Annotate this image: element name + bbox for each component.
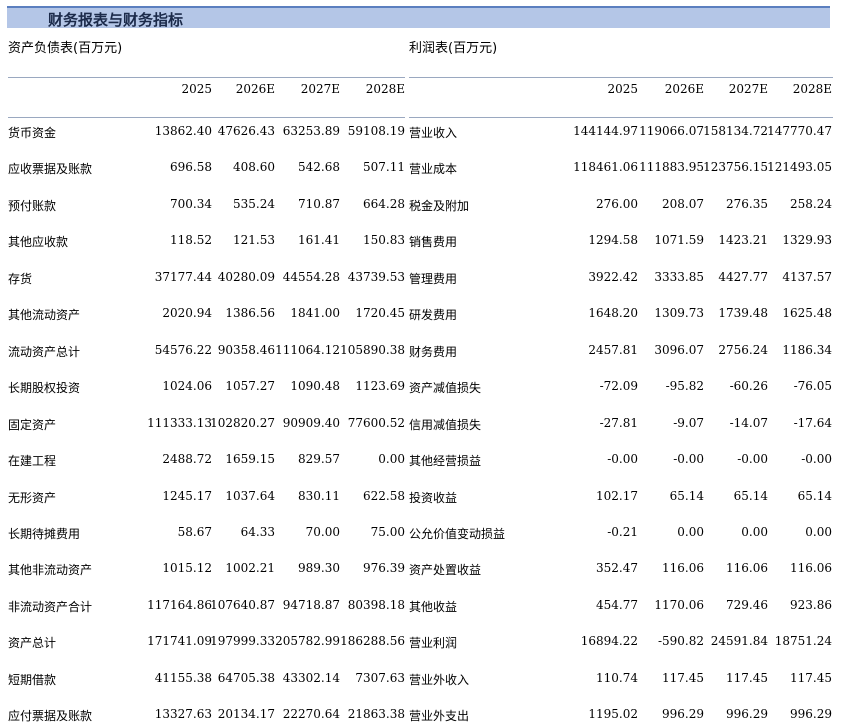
balance-row-label: 其他应收款 (8, 235, 69, 249)
income-cell: -76.05 (793, 379, 832, 393)
income-cell: 117.45 (790, 671, 832, 685)
income-row-label: 营业成本 (409, 162, 458, 176)
balance-row-label: 应收票据及账款 (8, 162, 93, 176)
income-row-label: 公允价值变动损益 (409, 527, 506, 541)
balance-row-label: 应付票据及账款 (8, 709, 93, 723)
balance-cell: 664.28 (363, 197, 405, 211)
balance-row-label: 存货 (8, 272, 33, 286)
balance-row-label: 短期借款 (8, 673, 57, 687)
balance-row-label: 其他流动资产 (8, 308, 81, 322)
income-cell: 996.29 (790, 707, 832, 721)
income-cell: 1186.34 (782, 343, 832, 357)
income-cell: -0.00 (801, 452, 832, 466)
balance-year-header: 2025 (181, 82, 212, 96)
balance-row-label: 预付账款 (8, 199, 57, 213)
balance-cell: 976.39 (363, 561, 405, 575)
balance-cell: 43739.53 (347, 270, 405, 284)
income-cell: 147770.47 (767, 124, 832, 138)
income-statement-label: 利润表(百万元) (409, 41, 498, 56)
balance-cell: 59108.19 (347, 124, 405, 138)
balance-row-label: 流动资产总计 (8, 345, 81, 359)
income-cell: 0.00 (805, 525, 832, 539)
balance-cell: 1123.69 (355, 379, 405, 393)
income-row-label: 投资收益 (409, 491, 458, 505)
income-year-header: 2026E (664, 82, 704, 96)
balance-cell: 507.11 (363, 160, 405, 174)
income-row-label: 信用减值损失 (409, 418, 482, 432)
income-row-label: 资产处置收益 (409, 563, 482, 577)
income-cell: 116.06 (790, 561, 832, 575)
income-row-label: 营业外收入 (409, 673, 470, 687)
income-row-label: 营业收入 (409, 126, 458, 140)
balance-header-rule-bottom (8, 117, 405, 118)
income-cell: 4137.57 (782, 270, 832, 284)
balance-row-label: 长期股权投资 (8, 381, 81, 395)
income-row-label: 其他收益 (409, 600, 458, 614)
balance-sheet-label: 资产负债表(百万元) (8, 41, 123, 56)
balance-year-header: 2028E (365, 82, 405, 96)
income-cell: 258.24 (790, 197, 832, 211)
income-cell: 923.86 (790, 598, 832, 612)
income-row-label: 财务费用 (409, 345, 458, 359)
income-header-rule-bottom (409, 117, 833, 118)
income-row-label: 研发费用 (409, 308, 458, 322)
balance-cell: 7307.63 (355, 671, 405, 685)
income-year-header: 2025 (607, 82, 638, 96)
income-row-label: 其他经营损益 (409, 454, 482, 468)
balance-row-label: 其他非流动资产 (8, 563, 93, 577)
income-cell: 65.14 (797, 489, 832, 503)
income-cell: 1625.48 (782, 306, 832, 320)
report-title: 财务报表与财务指标 (48, 11, 184, 29)
balance-row-label: 长期待摊费用 (8, 527, 81, 541)
balance-cell: 75.00 (370, 525, 405, 539)
report-title-bar: 财务报表与财务指标 (7, 6, 830, 29)
income-row-label: 管理费用 (409, 272, 458, 286)
income-cell: 1329.93 (782, 233, 832, 247)
balance-cell: 77600.52 (347, 416, 405, 430)
balance-row-label: 在建工程 (8, 454, 57, 468)
income-row-label: 销售费用 (409, 235, 458, 249)
balance-cell: 1720.45 (355, 306, 405, 320)
income-row-label: 营业外支出 (409, 709, 470, 723)
income-year-header: 2028E (792, 82, 832, 96)
balance-cell: 0.00 (378, 452, 405, 466)
balance-row-label: 无形资产 (8, 491, 57, 505)
balance-year-header: 2026E (235, 82, 275, 96)
income-row-label: 税金及附加 (409, 199, 470, 213)
balance-year-header: 2027E (300, 82, 340, 96)
income-row-label: 营业利润 (409, 636, 458, 650)
balance-cell: 105890.38 (340, 343, 405, 357)
income-row-label: 资产减值损失 (409, 381, 482, 395)
balance-cell: 80398.18 (347, 598, 405, 612)
balance-row-label: 非流动资产合计 (8, 600, 93, 614)
balance-cell: 186288.56 (340, 634, 405, 648)
balance-row-label: 货币资金 (8, 126, 57, 140)
income-header-rule-top (409, 77, 833, 78)
income-year-header: 2027E (728, 82, 768, 96)
balance-cell: 150.83 (363, 233, 405, 247)
balance-cell: 622.58 (363, 489, 405, 503)
balance-cell: 21863.38 (347, 707, 405, 721)
balance-row-label: 资产总计 (8, 636, 57, 650)
income-cell: 18751.24 (774, 634, 832, 648)
balance-row-label: 固定资产 (8, 418, 57, 432)
income-cell: -17.64 (793, 416, 832, 430)
income-cell: 121493.05 (767, 160, 832, 174)
balance-header-rule-top (8, 77, 405, 78)
